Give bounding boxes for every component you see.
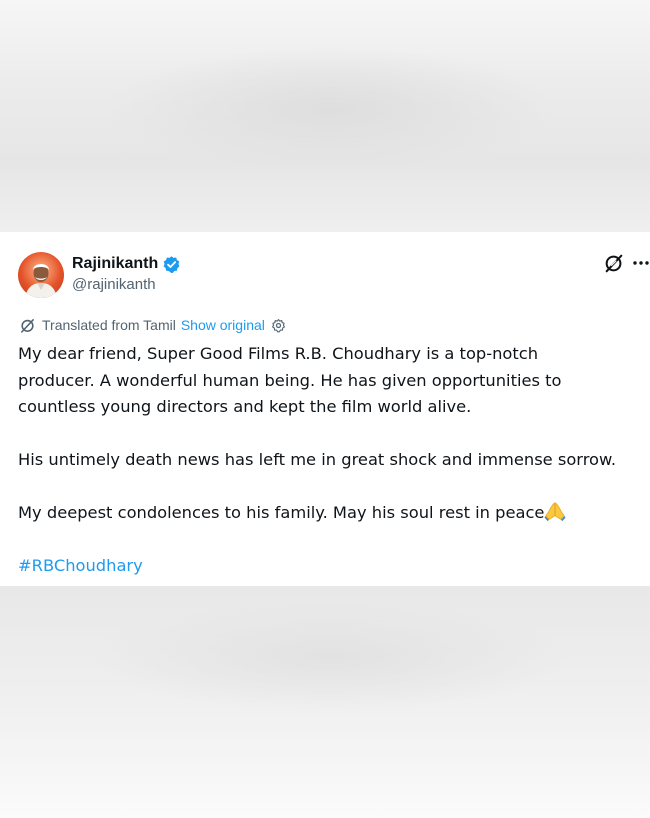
show-original-link[interactable]: Show original [181, 317, 265, 333]
tweet-text-line: producer. A wonderful human being. He ha… [18, 370, 562, 390]
tweet-text-line: My dear friend, Super Good Films R.B. Ch… [18, 344, 539, 363]
grok-icon[interactable] [603, 252, 625, 274]
verified-badge-icon [162, 255, 181, 274]
blurred-background-top [0, 0, 650, 232]
tweet-text-line: My deepest condolences to his family. Ma… [18, 503, 545, 522]
author-name[interactable]: Rajinikanth [72, 255, 158, 273]
author-avatar[interactable] [18, 252, 64, 298]
tweet-text-line: His untimely death news has left me in g… [18, 450, 617, 469]
folded-hands-emoji [544, 501, 566, 521]
author-name-row: Rajinikanth [72, 253, 181, 275]
translation-notice: Translated from Tamil Show original [19, 316, 286, 334]
blurred-background-bottom [0, 586, 650, 818]
tweet-text-line-with-emoji: My deepest condolences to his family. Ma… [18, 500, 650, 527]
tweet-text-line: countless young directors and kept the f… [18, 397, 472, 416]
tweet-card: Rajinikanth @rajinikanth Translated from… [0, 232, 650, 586]
translate-icon [19, 317, 36, 334]
author-handle[interactable]: @rajinikanth [72, 276, 156, 293]
more-options-icon[interactable] [632, 254, 650, 272]
translated-from-label: Translated from Tamil [42, 317, 176, 333]
tweet-body: My dear friend, Super Good Films R.B. Ch… [18, 341, 650, 580]
hashtag-link[interactable]: #RBChoudhary [18, 556, 143, 575]
settings-gear-icon[interactable] [271, 318, 286, 333]
